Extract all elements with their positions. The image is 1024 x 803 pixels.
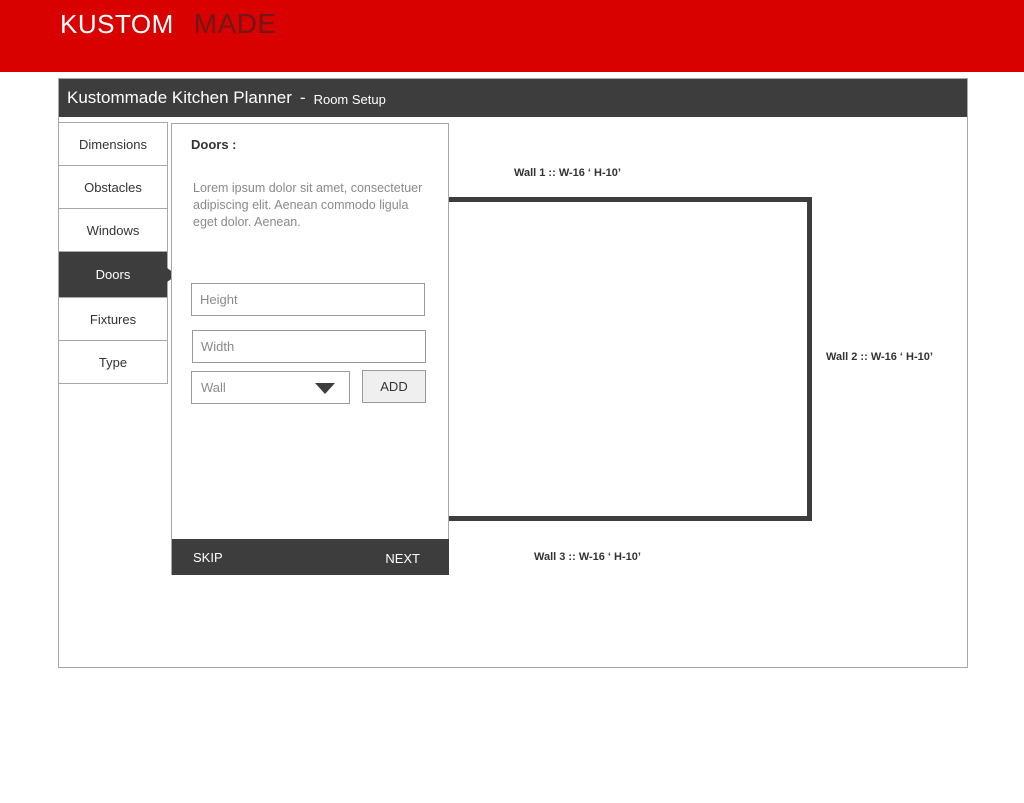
next-button[interactable]: NEXT	[385, 551, 420, 566]
tab-obstacles[interactable]: Obstacles	[59, 165, 167, 208]
width-input[interactable]: Width	[192, 330, 426, 363]
panel-footer: SKIP NEXT	[172, 539, 449, 575]
tab-dimensions[interactable]: Dimensions	[59, 122, 167, 165]
brand-name-part1: KUSTOM	[60, 9, 174, 39]
skip-button[interactable]: SKIP	[193, 550, 223, 565]
room-outline[interactable]	[449, 197, 812, 521]
tab-fixtures[interactable]: Fixtures	[59, 297, 167, 340]
wall-select-value: Wall	[201, 380, 226, 395]
brand-name-part2: MADE	[193, 8, 277, 39]
tab-windows[interactable]: Windows	[59, 208, 167, 251]
planner-window: Kustommade Kitchen Planner - Room Setup …	[58, 78, 968, 668]
height-input[interactable]: Height	[191, 283, 425, 316]
title-separator: -	[299, 88, 306, 107]
wall-3-label: Wall 3 :: W-16 ‘ H-10’	[534, 551, 641, 563]
panel-heading: Doors :	[191, 137, 237, 152]
tab-doors[interactable]: Doors	[59, 251, 177, 297]
add-button[interactable]: ADD	[362, 370, 426, 403]
doors-panel: Doors : Lorem ipsum dolor sit amet, cons…	[171, 123, 449, 575]
wall-select[interactable]: Wall	[191, 371, 350, 404]
panel-description: Lorem ipsum dolor sit amet, consectetuer…	[193, 181, 423, 229]
top-banner: KUSTOM MADE	[0, 0, 1024, 72]
window-title-bar: Kustommade Kitchen Planner - Room Setup	[59, 79, 967, 117]
page-subtitle: Room Setup	[313, 91, 386, 107]
app-title: Kustommade Kitchen Planner	[67, 88, 292, 107]
brand-logo[interactable]: KUSTOM MADE	[60, 8, 277, 42]
setup-tabs: Dimensions Obstacles Windows Doors Fixtu…	[59, 122, 177, 384]
tab-type[interactable]: Type	[59, 340, 167, 383]
chevron-down-icon	[315, 383, 335, 394]
wall-2-label: Wall 2 :: W-16 ‘ H-10’	[826, 351, 933, 363]
wall-1-label: Wall 1 :: W-16 ‘ H-10’	[514, 167, 621, 179]
